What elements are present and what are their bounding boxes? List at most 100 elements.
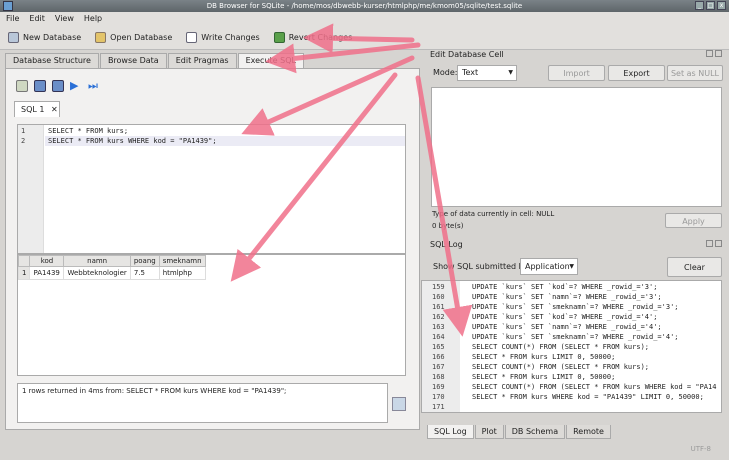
log-line: UPDATE `kurs` SET `smeknamn`=? WHERE _ro… [472,303,679,311]
menu-file[interactable]: File [6,12,19,26]
sql-editor[interactable]: 1 2 SELECT * FROM kurs; SELECT * FROM ku… [17,124,406,254]
import-button[interactable]: Import [548,65,605,81]
column-header[interactable]: smeknamn [158,255,206,267]
main-toolbar: New Database Open Database Write Changes… [0,26,729,50]
open-database-icon [95,32,107,43]
tab-database-structure[interactable]: Database Structure [5,53,99,68]
editor-line-2: SELECT * FROM kurs WHERE kod = "PA1439"; [48,137,217,145]
log-source-select[interactable]: Application ▼ [520,258,578,275]
open-tab-icon[interactable] [16,80,28,92]
open-sql-file-icon[interactable] [34,80,46,92]
log-line-number: 171 [432,403,445,411]
apply-button[interactable]: Apply [665,213,722,228]
cell-editor[interactable] [431,87,722,207]
open-database-button[interactable]: Open Database [95,32,172,43]
log-line: SELECT * FROM kurs WHERE kod = "PA1439" … [472,393,704,401]
close-icon[interactable] [715,50,722,57]
log-line-number: 161 [432,303,445,311]
tab-edit-pragmas[interactable]: Edit Pragmas [167,53,237,68]
open-database-label: Open Database [110,33,173,42]
export-button[interactable]: Export [608,65,665,81]
column-header[interactable]: kod [29,255,65,267]
table-cell[interactable]: htmlphp [158,266,206,280]
window-controls: _ □ x [695,1,726,10]
sql-editor-tab[interactable]: SQL 1 ✕ [14,101,60,117]
log-line-number: 159 [432,283,445,291]
mode-select-value: Text [462,68,479,77]
execute-line-icon[interactable]: ⏭ [88,80,100,92]
float-icon[interactable] [706,240,713,247]
chevron-down-icon: ▼ [569,263,574,270]
log-line-number: 163 [432,323,445,331]
app-icon [3,1,13,11]
set-null-button[interactable]: Set as NULL [667,65,723,81]
sql-log-dock-controls [706,240,722,247]
table-cell[interactable]: PA1439 [29,266,65,280]
mode-select[interactable]: Text ▼ [457,65,517,81]
tab-remote[interactable]: Remote [566,425,611,439]
log-line-number: 170 [432,393,445,401]
log-line-number: 167 [432,363,445,371]
log-line: UPDATE `kurs` SET `namn`=? WHERE _rowid_… [472,323,662,331]
sql-toolbar: ▶ ⏭ [16,80,100,92]
maximize-icon[interactable]: □ [706,1,715,10]
line-number: 1 [21,127,26,135]
row-header-corner [17,255,31,267]
window-title-bar: DB Browser for SQLite - /home/mos/dbwebb… [0,0,729,12]
log-line: SELECT COUNT(*) FROM (SELECT * FROM kurs… [472,363,650,371]
sql-log-title: SQL Log [430,240,463,249]
menu-help[interactable]: Help [84,12,102,26]
tab-execute-sql[interactable]: Execute SQL [237,53,304,68]
log-line-number: 164 [432,333,445,341]
write-changes-label: Write Changes [201,33,260,42]
menu-view[interactable]: View [55,12,74,26]
save-results-icon[interactable] [392,397,406,411]
log-line-number: 166 [432,353,445,361]
log-line-number: 168 [432,373,445,381]
log-line-number: 162 [432,313,445,321]
tab-plot[interactable]: Plot [474,425,504,439]
close-icon[interactable] [715,240,722,247]
write-changes-button[interactable]: Write Changes [186,32,260,43]
execute-icon[interactable]: ▶ [70,80,82,92]
cell-type-info: Type of data currently in cell: NULL [432,210,555,218]
tab-sql-log[interactable]: SQL Log [427,425,474,439]
column-header[interactable]: poang [129,255,160,267]
menu-edit[interactable]: Edit [29,12,45,26]
log-line-number: 160 [432,293,445,301]
tab-browse-data[interactable]: Browse Data [99,53,167,68]
tab-db-schema[interactable]: DB Schema [504,425,566,439]
table-cell[interactable]: 7.5 [129,266,160,280]
results-grid: kod namn poang smeknamn 1 PA1439 Webbtek… [17,254,406,376]
log-line: UPDATE `kurs` SET `namn`=? WHERE _rowid_… [472,293,662,301]
window-title: DB Browser for SQLite - /home/mos/dbwebb… [206,2,523,10]
column-header[interactable]: namn [63,255,131,267]
new-database-button[interactable]: New Database [8,32,81,43]
revert-changes-button[interactable]: Revert Changes [273,32,352,43]
row-number: 1 [17,266,31,280]
sql-log-view[interactable]: 159 UPDATE `kurs` SET `kod`=? WHERE _rowi… [421,280,722,413]
new-database-label: New Database [23,33,82,42]
log-line-number: 169 [432,383,445,391]
log-line: SELECT * FROM kurs LIMIT 0, 50000; [472,373,616,381]
log-source-value: Application [525,262,570,271]
edit-cell-title: Edit Database Cell [430,50,504,59]
log-line: UPDATE `kurs` SET `smeknamn`=? WHERE _ro… [472,333,679,341]
query-message: 1 rows returned in 4ms from: SELECT * FR… [17,383,388,423]
minimize-icon[interactable]: _ [695,1,704,10]
edit-cell-dock-controls [706,50,722,57]
status-bar: UTF-8 [0,440,729,460]
menu-bar: File Edit View Help [0,12,729,26]
float-icon[interactable] [706,50,713,57]
table-cell[interactable]: Webbteknologier [63,266,131,280]
clear-log-button[interactable]: Clear [667,257,722,277]
revert-changes-icon [273,32,285,43]
show-sql-label: Show SQL submitted by [433,262,529,271]
main-tabs: Database Structure Browse Data Edit Prag… [5,53,305,68]
table-row[interactable]: 1 PA1439 Webbteknologier 7.5 htmlphp [17,266,206,280]
save-sql-file-icon[interactable] [52,80,64,92]
dock-tabs: SQL Log Plot DB Schema Remote [427,425,612,439]
close-icon[interactable]: x [717,1,726,10]
close-tab-icon[interactable]: ✕ [51,105,58,114]
log-line-number: 165 [432,343,445,351]
